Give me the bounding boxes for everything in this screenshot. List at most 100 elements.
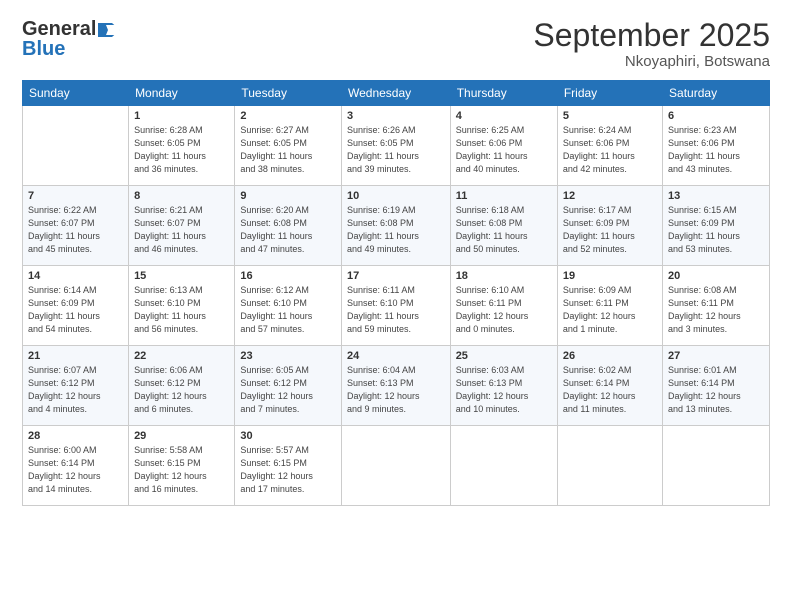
col-wednesday: Wednesday <box>342 81 451 106</box>
table-row: 7 Sunrise: 6:22 AM Sunset: 6:07 PM Daylig… <box>23 186 129 266</box>
day-info: Sunrise: 5:57 AM Sunset: 6:15 PM Dayligh… <box>240 444 336 496</box>
day-number: 11 <box>456 190 552 202</box>
table-row <box>23 106 129 186</box>
day-info: Sunrise: 6:24 AM Sunset: 6:06 PM Dayligh… <box>563 124 657 176</box>
table-row <box>342 426 451 506</box>
table-row: 3 Sunrise: 6:26 AM Sunset: 6:05 PM Daylig… <box>342 106 451 186</box>
table-row: 6Sunrise: 6:23 AM Sunset: 6:06 PM Daylig… <box>663 106 770 186</box>
table-row: 10 Sunrise: 6:19 AM Sunset: 6:08 PM Dayli… <box>342 186 451 266</box>
day-number: 28 <box>28 430 123 442</box>
table-row: 16 Sunrise: 6:12 AM Sunset: 6:10 PM Dayli… <box>235 266 342 346</box>
day-number: 10 <box>347 190 445 202</box>
day-info: Sunrise: 6:15 AM Sunset: 6:09 PM Dayligh… <box>668 204 764 256</box>
col-friday: Friday <box>557 81 662 106</box>
table-row: 18 Sunrise: 6:10 AM Sunset: 6:11 PM Dayli… <box>450 266 557 346</box>
day-number: 4 <box>456 110 552 122</box>
table-row: 9Sunrise: 6:20 AM Sunset: 6:08 PM Daylig… <box>235 186 342 266</box>
table-row: 23 Sunrise: 6:05 AM Sunset: 6:12 PM Dayli… <box>235 346 342 426</box>
title-block: September 2025 Nkoyaphiri, Botswana <box>533 18 770 70</box>
day-info: Sunrise: 6:17 AM Sunset: 6:09 PM Dayligh… <box>563 204 657 256</box>
day-number: 3 <box>347 110 445 122</box>
day-number: 30 <box>240 430 336 442</box>
table-row: 4 Sunrise: 6:25 AM Sunset: 6:06 PM Daylig… <box>450 106 557 186</box>
table-row <box>557 426 662 506</box>
day-number: 17 <box>347 270 445 282</box>
table-row: 2 Sunrise: 6:27 AM Sunset: 6:05 PM Daylig… <box>235 106 342 186</box>
day-info: Sunrise: 6:27 AM Sunset: 6:05 PM Dayligh… <box>240 124 336 176</box>
table-row: 30 Sunrise: 5:57 AM Sunset: 6:15 PM Dayli… <box>235 426 342 506</box>
day-number: 12 <box>563 190 657 202</box>
day-number: 9 <box>240 190 336 202</box>
day-info: Sunrise: 6:05 AM Sunset: 6:12 PM Dayligh… <box>240 364 336 416</box>
table-row: 27 Sunrise: 6:01 AM Sunset: 6:14 PM Dayli… <box>663 346 770 426</box>
calendar-header-row: Sunday Monday Tuesday Wednesday Thursday… <box>23 81 770 106</box>
col-thursday: Thursday <box>450 81 557 106</box>
col-saturday: Saturday <box>663 81 770 106</box>
day-info: Sunrise: 6:00 AM Sunset: 6:14 PM Dayligh… <box>28 444 123 496</box>
table-row: 22Sunrise: 6:06 AM Sunset: 6:12 PM Dayli… <box>129 346 235 426</box>
calendar-week-row: 28 Sunrise: 6:00 AM Sunset: 6:14 PM Dayli… <box>23 426 770 506</box>
day-info: Sunrise: 6:28 AM Sunset: 6:05 PM Dayligh… <box>134 124 229 176</box>
table-row: 1Sunrise: 6:28 AM Sunset: 6:05 PM Daylig… <box>129 106 235 186</box>
calendar-table: Sunday Monday Tuesday Wednesday Thursday… <box>22 80 770 506</box>
day-number: 7 <box>28 190 123 202</box>
table-row: 8 Sunrise: 6:21 AM Sunset: 6:07 PM Daylig… <box>129 186 235 266</box>
day-number: 2 <box>240 110 336 122</box>
day-info: Sunrise: 6:12 AM Sunset: 6:10 PM Dayligh… <box>240 284 336 336</box>
day-number: 14 <box>28 270 123 282</box>
day-number: 5 <box>563 110 657 122</box>
day-info: Sunrise: 6:19 AM Sunset: 6:08 PM Dayligh… <box>347 204 445 256</box>
day-number: 27 <box>668 350 764 362</box>
table-row: 15 Sunrise: 6:13 AM Sunset: 6:10 PM Dayli… <box>129 266 235 346</box>
day-number: 8 <box>134 190 229 202</box>
day-number: 19 <box>563 270 657 282</box>
table-row: 12 Sunrise: 6:17 AM Sunset: 6:09 PM Dayli… <box>557 186 662 266</box>
day-info: Sunrise: 6:01 AM Sunset: 6:14 PM Dayligh… <box>668 364 764 416</box>
table-row: 29 Sunrise: 5:58 AM Sunset: 6:15 PM Dayli… <box>129 426 235 506</box>
day-info: Sunrise: 6:11 AM Sunset: 6:10 PM Dayligh… <box>347 284 445 336</box>
month-title: September 2025 <box>533 18 770 53</box>
day-info: Sunrise: 6:22 AM Sunset: 6:07 PM Dayligh… <box>28 204 123 256</box>
table-row <box>663 426 770 506</box>
day-info: Sunrise: 6:03 AM Sunset: 6:13 PM Dayligh… <box>456 364 552 416</box>
table-row: 13 Sunrise: 6:15 AM Sunset: 6:09 PM Dayli… <box>663 186 770 266</box>
calendar-week-row: 7 Sunrise: 6:22 AM Sunset: 6:07 PM Daylig… <box>23 186 770 266</box>
day-number: 24 <box>347 350 445 362</box>
calendar-week-row: 14Sunrise: 6:14 AM Sunset: 6:09 PM Dayli… <box>23 266 770 346</box>
day-number: 15 <box>134 270 229 282</box>
day-info: Sunrise: 6:02 AM Sunset: 6:14 PM Dayligh… <box>563 364 657 416</box>
day-info: Sunrise: 6:26 AM Sunset: 6:05 PM Dayligh… <box>347 124 445 176</box>
table-row: 5 Sunrise: 6:24 AM Sunset: 6:06 PM Daylig… <box>557 106 662 186</box>
day-number: 25 <box>456 350 552 362</box>
day-info: Sunrise: 5:58 AM Sunset: 6:15 PM Dayligh… <box>134 444 229 496</box>
day-number: 20 <box>668 270 764 282</box>
day-info: Sunrise: 6:21 AM Sunset: 6:07 PM Dayligh… <box>134 204 229 256</box>
day-number: 6 <box>668 110 764 122</box>
col-sunday: Sunday <box>23 81 129 106</box>
header: General Blue September 2025 Nkoyaphiri, … <box>22 18 770 70</box>
table-row: 21Sunrise: 6:07 AM Sunset: 6:12 PM Dayli… <box>23 346 129 426</box>
table-row: 25 Sunrise: 6:03 AM Sunset: 6:13 PM Dayli… <box>450 346 557 426</box>
day-number: 22 <box>134 350 229 362</box>
table-row <box>450 426 557 506</box>
day-info: Sunrise: 6:04 AM Sunset: 6:13 PM Dayligh… <box>347 364 445 416</box>
day-number: 13 <box>668 190 764 202</box>
day-number: 16 <box>240 270 336 282</box>
day-info: Sunrise: 6:07 AM Sunset: 6:12 PM Dayligh… <box>28 364 123 416</box>
day-info: Sunrise: 6:25 AM Sunset: 6:06 PM Dayligh… <box>456 124 552 176</box>
table-row: 17 Sunrise: 6:11 AM Sunset: 6:10 PM Dayli… <box>342 266 451 346</box>
day-info: Sunrise: 6:18 AM Sunset: 6:08 PM Dayligh… <box>456 204 552 256</box>
table-row: 20 Sunrise: 6:08 AM Sunset: 6:11 PM Dayli… <box>663 266 770 346</box>
day-info: Sunrise: 6:13 AM Sunset: 6:10 PM Dayligh… <box>134 284 229 336</box>
table-row: 24 Sunrise: 6:04 AM Sunset: 6:13 PM Dayli… <box>342 346 451 426</box>
col-tuesday: Tuesday <box>235 81 342 106</box>
day-number: 18 <box>456 270 552 282</box>
day-info: Sunrise: 6:10 AM Sunset: 6:11 PM Dayligh… <box>456 284 552 336</box>
col-monday: Monday <box>129 81 235 106</box>
location: Nkoyaphiri, Botswana <box>533 53 770 70</box>
day-info: Sunrise: 6:08 AM Sunset: 6:11 PM Dayligh… <box>668 284 764 336</box>
logo: General Blue <box>22 18 120 60</box>
day-number: 23 <box>240 350 336 362</box>
day-info: Sunrise: 6:09 AM Sunset: 6:11 PM Dayligh… <box>563 284 657 336</box>
day-number: 29 <box>134 430 229 442</box>
